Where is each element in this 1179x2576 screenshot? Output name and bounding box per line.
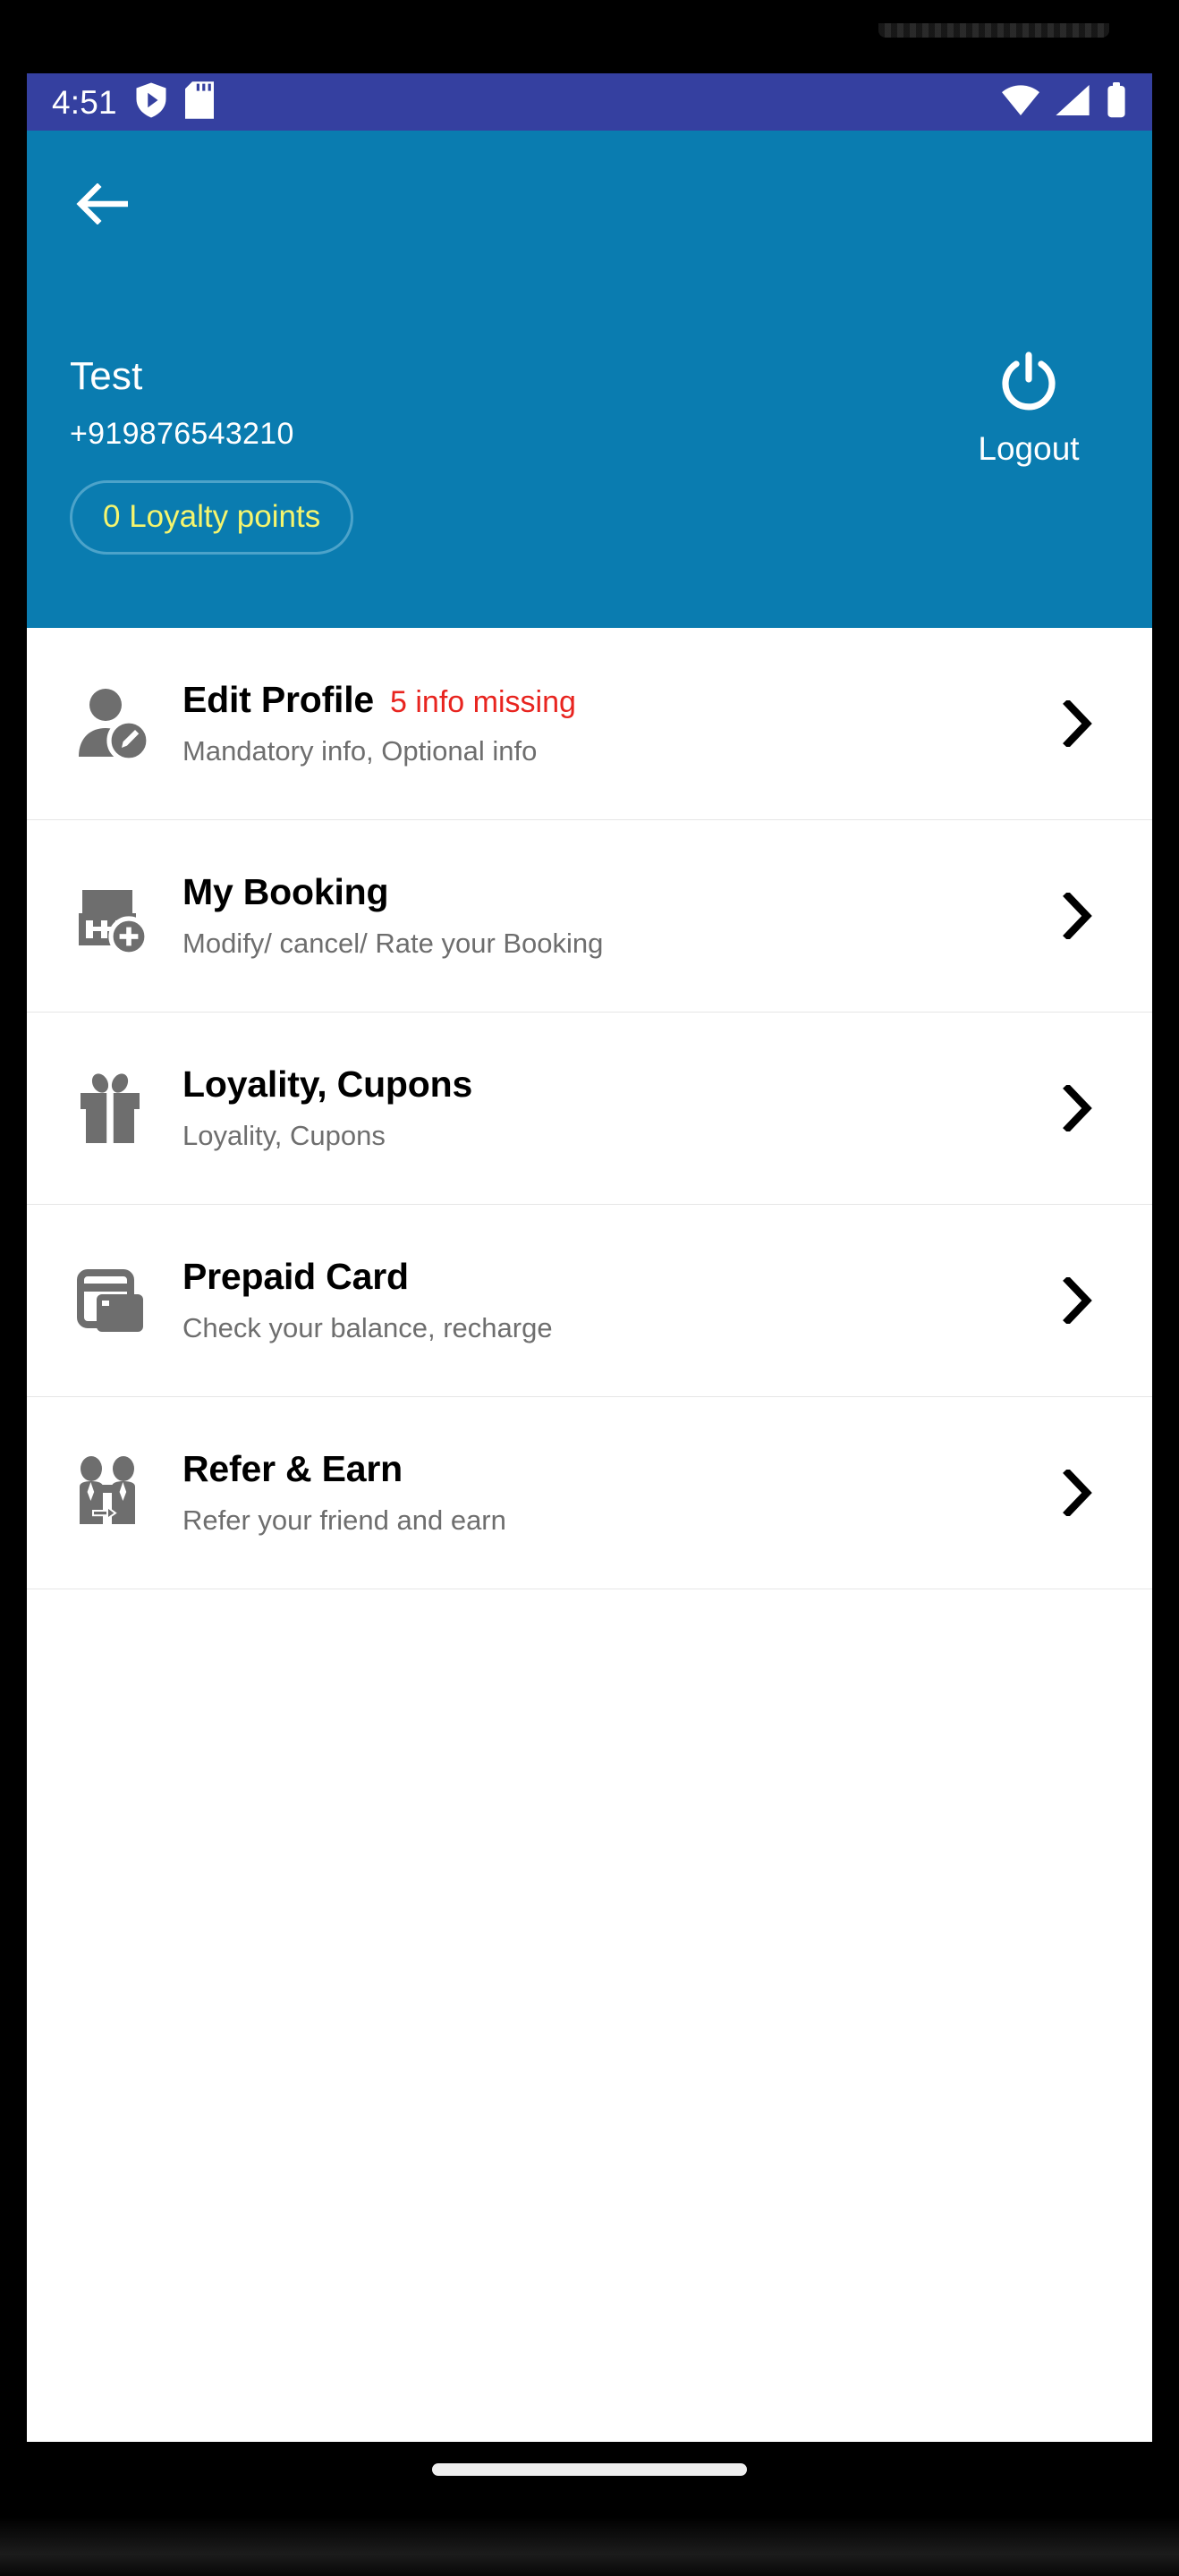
menu-item-text: Prepaid Card Check your balance, recharg…: [170, 1256, 1047, 1344]
chevron-right-icon[interactable]: [1047, 893, 1109, 939]
menu-item-title-line: Prepaid Card: [182, 1256, 1047, 1298]
power-icon: [997, 351, 1061, 419]
credit-card-icon: [73, 1262, 170, 1339]
logout-label: Logout: [978, 430, 1080, 467]
menu-item-title-line: My Booking: [182, 871, 1047, 913]
menu-item-subtitle: Mandatory info, Optional info: [182, 735, 538, 767]
menu-item-title-line: Edit Profile 5 info missing: [182, 679, 1047, 721]
menu-item-prepaid-card[interactable]: Prepaid Card Check your balance, recharg…: [27, 1205, 1152, 1397]
wifi-icon: [1002, 84, 1039, 120]
menu-item-subtitle: Check your balance, recharge: [182, 1312, 553, 1344]
user-identity: Test +919876543210 0 Loyalty points: [70, 354, 948, 555]
chevron-right-icon[interactable]: [1047, 1085, 1109, 1131]
status-bar: 4:51: [27, 73, 1152, 131]
menu-item-loyalty-coupons[interactable]: Loyality, Cupons Loyality, Cupons: [27, 1013, 1152, 1205]
speaker-grille: [878, 23, 1109, 38]
menu-item-title-line: Refer & Earn: [182, 1448, 1047, 1490]
status-bar-right: [1002, 81, 1127, 123]
menu-item-title: Edit Profile: [182, 679, 375, 721]
shield-play-icon: [135, 82, 167, 123]
back-arrow-icon: [76, 182, 130, 229]
battery-icon: [1106, 81, 1127, 123]
menu-item-edit-profile[interactable]: Edit Profile 5 info missing Mandatory in…: [27, 628, 1152, 820]
gift-icon: [73, 1070, 170, 1147]
menu-item-title: Refer & Earn: [182, 1448, 403, 1490]
menu-item-title: Loyality, Cupons: [182, 1063, 473, 1106]
profile-header: Test +919876543210 0 Loyalty points Logo…: [27, 131, 1152, 687]
menu-item-my-booking[interactable]: My Booking Modify/ cancel/ Rate your Boo…: [27, 820, 1152, 1013]
user-name: Test: [70, 354, 143, 398]
cellular-signal-icon: [1056, 84, 1090, 120]
sd-card-icon: [184, 80, 214, 123]
phone-frame: 4:51 Test +919876543210 0 Loyalty points…: [0, 0, 1179, 2576]
menu-item-title-line: Loyality, Cupons: [182, 1063, 1047, 1106]
profile-header-body: Test +919876543210 0 Loyalty points Logo…: [70, 352, 1109, 555]
menu-item-text: Edit Profile 5 info missing Mandatory in…: [170, 679, 1047, 767]
menu-item-subtitle: Refer your friend and earn: [182, 1504, 506, 1537]
menu-item-subtitle: Loyality, Cupons: [182, 1120, 386, 1152]
chevron-right-icon[interactable]: [1047, 1470, 1109, 1516]
home-indicator[interactable]: [432, 2463, 747, 2476]
edit-profile-icon: [73, 685, 170, 762]
user-phone-number: +919876543210: [70, 417, 294, 452]
menu-item-refer-earn[interactable]: Refer & Earn Refer your friend and earn: [27, 1397, 1152, 1589]
back-button[interactable]: [70, 174, 134, 238]
logout-button[interactable]: Logout: [948, 351, 1109, 465]
status-bar-left: 4:51: [52, 80, 214, 123]
status-bar-clock: 4:51: [52, 83, 117, 121]
menu-card: Edit Profile 5 info missing Mandatory in…: [27, 628, 1152, 2442]
app-screen: 4:51 Test +919876543210 0 Loyalty points…: [27, 73, 1152, 2442]
chevron-right-icon[interactable]: [1047, 1277, 1109, 1324]
device-bottom-edge: [0, 2478, 1179, 2576]
loyalty-points-chip[interactable]: 0 Loyalty points: [70, 480, 354, 555]
chevron-right-icon[interactable]: [1047, 700, 1109, 747]
menu-item-subtitle: Modify/ cancel/ Rate your Booking: [182, 928, 604, 960]
menu-item-badge: 5 info missing: [390, 685, 576, 720]
menu-item-text: My Booking Modify/ cancel/ Rate your Boo…: [170, 871, 1047, 960]
menu-item-title: Prepaid Card: [182, 1256, 409, 1298]
menu-item-title: My Booking: [182, 871, 389, 913]
menu-item-text: Refer & Earn Refer your friend and earn: [170, 1448, 1047, 1537]
calendar-booking-icon: [73, 877, 170, 954]
menu-item-text: Loyality, Cupons Loyality, Cupons: [170, 1063, 1047, 1152]
refer-friend-icon: [73, 1454, 170, 1531]
